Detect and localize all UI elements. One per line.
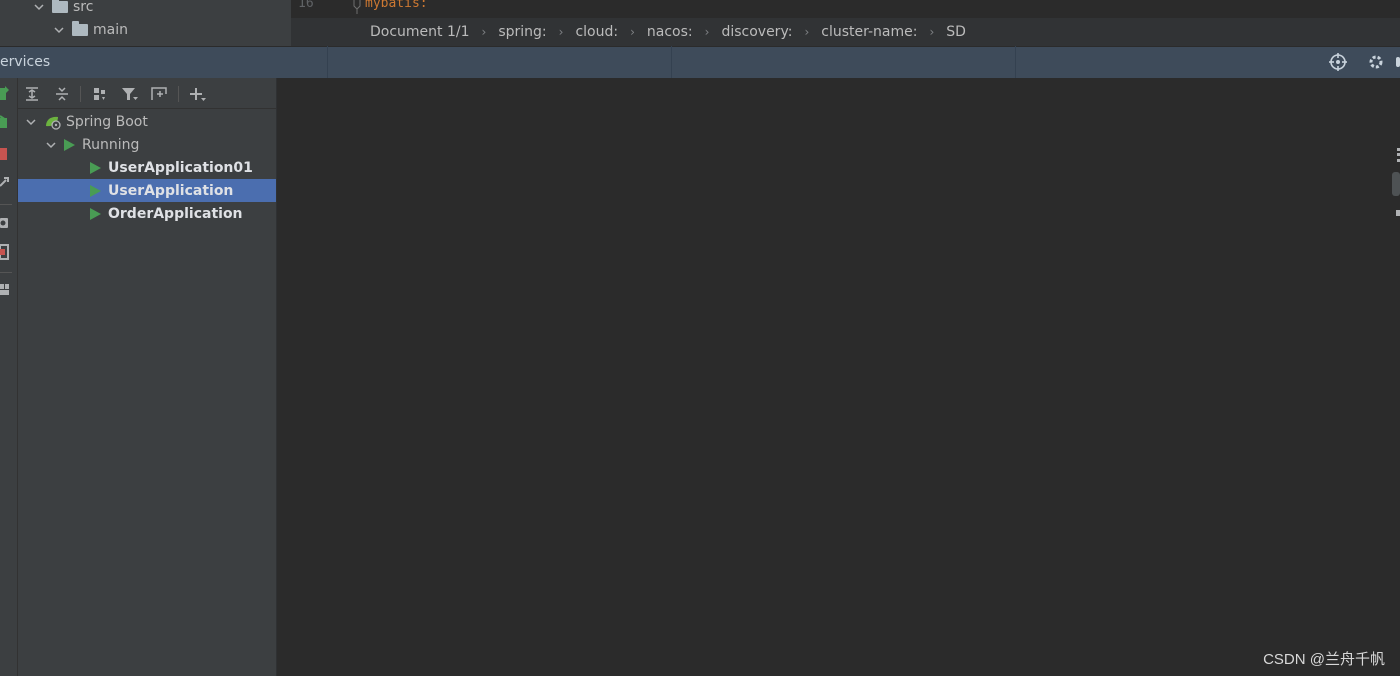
tree-node-app[interactable]: UserApplication01 (18, 156, 276, 179)
chevron-down-icon[interactable] (52, 23, 66, 37)
overflow-icon[interactable] (1396, 57, 1400, 67)
run-icon (64, 138, 75, 151)
chevron-right-icon: › (630, 25, 635, 39)
folder-icon (72, 21, 88, 36)
tree-item-main[interactable]: main (52, 19, 128, 41)
run-icon (90, 184, 101, 197)
chevron-right-icon: › (929, 25, 935, 39)
chevron-right-icon: › (481, 25, 487, 39)
chevron-right-icon: › (804, 25, 810, 39)
toolbar-divider (178, 86, 179, 102)
spring-boot-icon (44, 114, 62, 130)
group-by-icon[interactable] (90, 84, 110, 104)
chevron-right-icon: › (558, 25, 564, 39)
services-toolbar (18, 80, 276, 109)
services-content-area[interactable] (277, 78, 1390, 676)
title-bar-divider (1015, 46, 1016, 78)
right-tool-strip (1390, 78, 1400, 676)
tree-node-label: UserApplication01 (108, 159, 253, 176)
breadcrumb-item[interactable]: nacos: (647, 24, 693, 40)
rerun-icon[interactable] (0, 86, 10, 106)
chevron-down-icon[interactable] (44, 138, 58, 152)
breadcrumb-label: SD (946, 24, 966, 40)
watermark: CSDN @兰舟千帆 (1263, 651, 1385, 668)
project-tree: src main (0, 0, 291, 46)
breadcrumb-label: cloud: (575, 24, 619, 40)
services-action-strip (0, 78, 18, 676)
toolbar-divider (80, 86, 81, 102)
chevron-down-icon[interactable] (24, 115, 38, 129)
line-number: 16 (298, 0, 314, 11)
dump-threads-icon[interactable] (0, 244, 10, 264)
run-icon (90, 161, 101, 174)
collapse-all-icon[interactable] (52, 84, 72, 104)
run-icon (90, 207, 101, 220)
tree-item-label: src (73, 0, 94, 15)
marker-icon (1396, 210, 1400, 216)
tree-item-src[interactable]: src (32, 0, 93, 18)
tree-node-label: OrderApplication (108, 205, 243, 222)
chevron-down-icon[interactable] (32, 0, 46, 14)
breadcrumb-label: cluster-name: (821, 24, 918, 40)
editor-area[interactable] (291, 0, 1400, 18)
expand-all-icon[interactable] (22, 84, 42, 104)
tree-node-app[interactable]: OrderApplication (18, 202, 276, 225)
folder-icon (52, 0, 68, 13)
gear-icon[interactable] (1367, 53, 1385, 75)
tree-node-label: UserApplication (108, 182, 234, 199)
chevron-right-icon: › (704, 25, 710, 39)
breadcrumb-item[interactable]: discovery: (721, 24, 792, 40)
fold-icon[interactable] (353, 0, 361, 14)
title-bar-divider (671, 46, 672, 78)
breadcrumb-label: spring: (498, 24, 547, 40)
tree-node-spring-boot[interactable]: Spring Boot (18, 110, 276, 133)
tree-node-label: Running (82, 136, 140, 153)
tree-node-running[interactable]: Running (18, 133, 276, 156)
tree-node-label: Spring Boot (66, 113, 148, 130)
title-bar-divider (327, 46, 328, 78)
strip-divider (0, 204, 12, 205)
tree-item-label: main (93, 22, 128, 38)
breadcrumb-item[interactable]: spring: (498, 24, 546, 40)
filter-icon[interactable] (120, 84, 140, 104)
layout-icon[interactable] (0, 283, 10, 301)
add-service-icon[interactable] (188, 84, 208, 104)
stop-icon[interactable] (0, 148, 7, 160)
debug-icon[interactable] (0, 114, 10, 136)
wrench-icon[interactable] (0, 176, 10, 192)
new-tab-icon[interactable] (149, 84, 169, 104)
breadcrumb-item[interactable]: SD (946, 24, 966, 40)
services-title-bar (0, 46, 1400, 78)
breadcrumb-label: Document 1/1 (370, 24, 470, 40)
strip-divider (0, 272, 12, 273)
breadcrumb-item[interactable]: cloud: (575, 24, 618, 40)
breadcrumb-item[interactable]: cluster-name: (821, 24, 917, 40)
breadcrumb-item[interactable]: Document 1/1 (370, 24, 470, 40)
tree-node-app-selected[interactable]: UserApplication (18, 179, 276, 202)
breadcrumb: Document 1/1 › spring: › cloud: › nacos:… (291, 18, 1400, 46)
camera-icon[interactable] (0, 216, 10, 234)
breadcrumb-label: nacos: (646, 24, 693, 40)
breadcrumb-label: discovery: (721, 24, 793, 40)
scrollbar-thumb[interactable] (1392, 172, 1400, 196)
services-title: ervices (0, 54, 51, 70)
crosshair-icon[interactable] (1329, 53, 1347, 75)
code-line[interactable]: mybatis: (365, 0, 428, 11)
